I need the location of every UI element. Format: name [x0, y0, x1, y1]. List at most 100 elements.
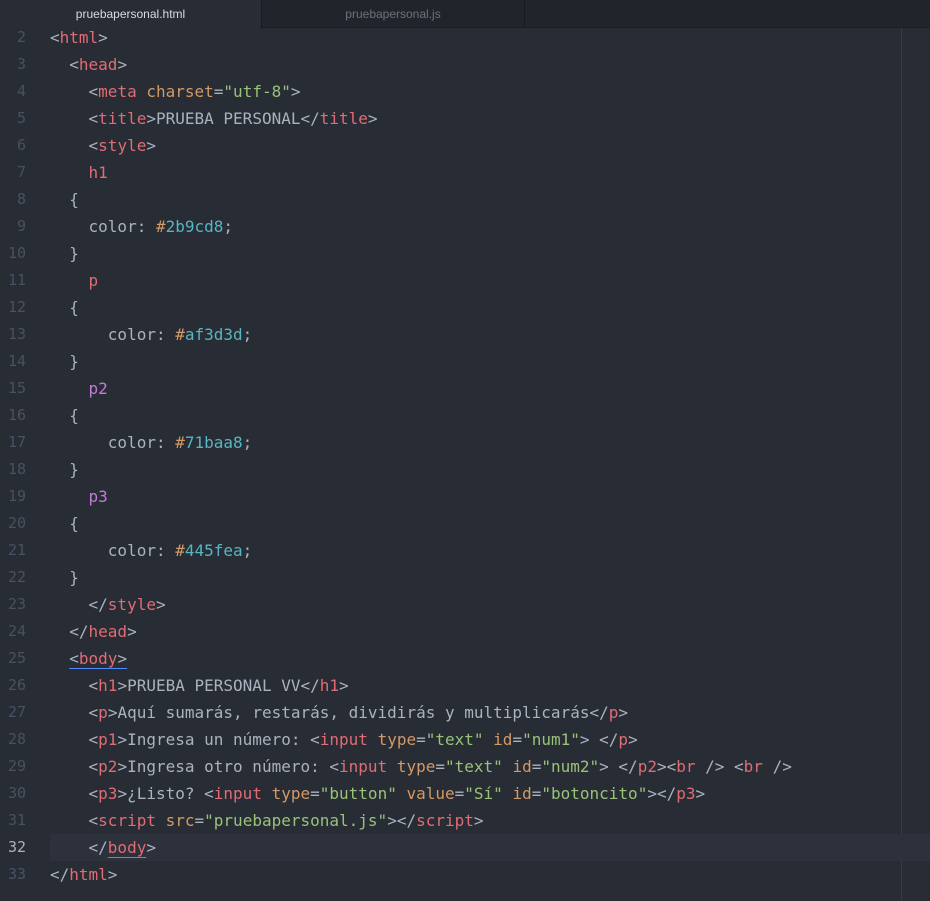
code-token-punct: > [155, 595, 166, 614]
code-token-text: PRUEBA PERSONAL [155, 109, 301, 128]
code-line[interactable]: <html> [50, 28, 930, 51]
code-token-prop: color [88, 217, 137, 236]
tab-bar: pruebapersonal.html pruebapersonal.js [0, 0, 930, 29]
code-line[interactable]: </body> [50, 834, 930, 861]
code-line[interactable]: p [50, 267, 930, 294]
code-editor[interactable]: 2 3 4 5 6 7 8 9 10 11 12 13 14 15 16 17 18 19 20 21 22 23 24 25… [0, 28, 930, 901]
code-line[interactable]: <script src="pruebapersonal.js"></script… [50, 807, 930, 834]
code-token-attr: charset [146, 82, 214, 101]
code-line[interactable]: color: #71baa8; [50, 429, 930, 456]
code-line[interactable]: <body> [50, 645, 930, 672]
code-line[interactable]: <style> [50, 132, 930, 159]
code-line[interactable]: { [50, 186, 930, 213]
code-line[interactable]: <head> [50, 51, 930, 78]
code-token-attr: type [377, 730, 417, 749]
line-number: 15 [7, 379, 26, 397]
code-line[interactable]: <h1>PRUEBA PERSONAL VV</h1> [50, 672, 930, 699]
code-line[interactable]: <p2>Ingresa otro número: <input type="te… [50, 753, 930, 780]
code-line[interactable]: <p3>¿Listo? <input type="button" value="… [50, 780, 930, 807]
line-number: 30 [7, 784, 26, 802]
code-line[interactable]: h1 [50, 159, 930, 186]
code-line[interactable]: } [50, 240, 930, 267]
code-area[interactable]: <html> <head> <meta charset="utf-8"> <ti… [50, 28, 930, 901]
line-number: 31 [7, 811, 26, 829]
code-line[interactable]: </head> [50, 618, 930, 645]
code-token-hash: # [175, 541, 185, 560]
code-token-tag: p2 [98, 757, 118, 776]
code-line[interactable]: </style> [50, 591, 930, 618]
code-token-prop: color [107, 433, 156, 452]
code-token-tag: body [78, 649, 118, 668]
code-token-punct: </ [300, 676, 320, 695]
code-token-tag: p [618, 730, 629, 749]
code-token-punct: < [88, 136, 99, 155]
code-line[interactable]: color: #af3d3d; [50, 321, 930, 348]
code-token-punct: > [290, 82, 301, 101]
code-token-tag: p3 [676, 784, 696, 803]
code-line[interactable]: } [50, 348, 930, 375]
code-line[interactable]: p3 [50, 483, 930, 510]
code-token-punct: ></ [387, 811, 417, 830]
code-token-punct: { [69, 298, 79, 317]
code-line[interactable]: color: #445fea; [50, 537, 930, 564]
code-token-attr: type [396, 757, 436, 776]
code-token-tag: body [107, 838, 147, 857]
line-number: 7 [16, 163, 26, 181]
tab-pruebapersonal-html[interactable]: pruebapersonal.html [0, 0, 262, 29]
code-line[interactable]: } [50, 564, 930, 591]
code-line[interactable]: p2 [50, 375, 930, 402]
code-line[interactable]: <p1>Ingresa un número: <input type="text… [50, 726, 930, 753]
code-token-punct: > [127, 622, 137, 641]
line-number: 4 [16, 82, 26, 100]
code-token-hash: # [155, 217, 166, 236]
tab-label: pruebapersonal.js [345, 7, 441, 21]
code-token-tag: input [319, 730, 368, 749]
code-token-tag: script [98, 811, 156, 830]
code-token-tag: p [608, 703, 619, 722]
tab-pruebapersonal-js[interactable]: pruebapersonal.js [262, 0, 525, 28]
code-token-punct: /> [705, 757, 725, 776]
line-number: 2 [16, 28, 26, 46]
code-token-str: "num2" [541, 757, 600, 776]
code-token-attr: src [165, 811, 195, 830]
code-token-punct: = [213, 82, 224, 101]
code-token-punct: { [69, 190, 79, 209]
code-token-attr: id [512, 784, 532, 803]
code-line[interactable]: { [50, 402, 930, 429]
code-token-punct: </ [88, 838, 108, 857]
code-token-punct: > [146, 109, 156, 128]
code-token-punct: > [695, 784, 706, 803]
code-token-tag: head [88, 622, 128, 641]
code-line[interactable]: { [50, 294, 930, 321]
code-token-punct: ; [242, 541, 253, 560]
code-token-text: ¿Listo? [127, 784, 205, 803]
code-token-tag: p [98, 703, 108, 722]
code-line[interactable]: <p>Aquí sumarás, restarás, dividirás y m… [50, 699, 930, 726]
code-token-punct: = [194, 811, 205, 830]
line-number-gutter[interactable]: 2 3 4 5 6 7 8 9 10 11 12 13 14 15 16 17 18 19 20 21 22 23 24 25… [0, 28, 50, 901]
line-number: 12 [7, 298, 26, 316]
code-token-punct: < [88, 811, 99, 830]
code-line[interactable]: { [50, 510, 930, 537]
code-token-punct: < [88, 730, 99, 749]
code-line[interactable]: color: #2b9cd8; [50, 213, 930, 240]
code-line[interactable]: <title>PRUEBA PERSONAL</title> [50, 105, 930, 132]
code-line[interactable]: } [50, 456, 930, 483]
code-line[interactable]: <meta charset="utf-8"> [50, 78, 930, 105]
line-number: 8 [16, 190, 26, 208]
code-line[interactable]: </html> [50, 861, 930, 888]
code-token-punct: < [69, 55, 79, 74]
code-token-text: Ingresa otro número: [127, 757, 330, 776]
